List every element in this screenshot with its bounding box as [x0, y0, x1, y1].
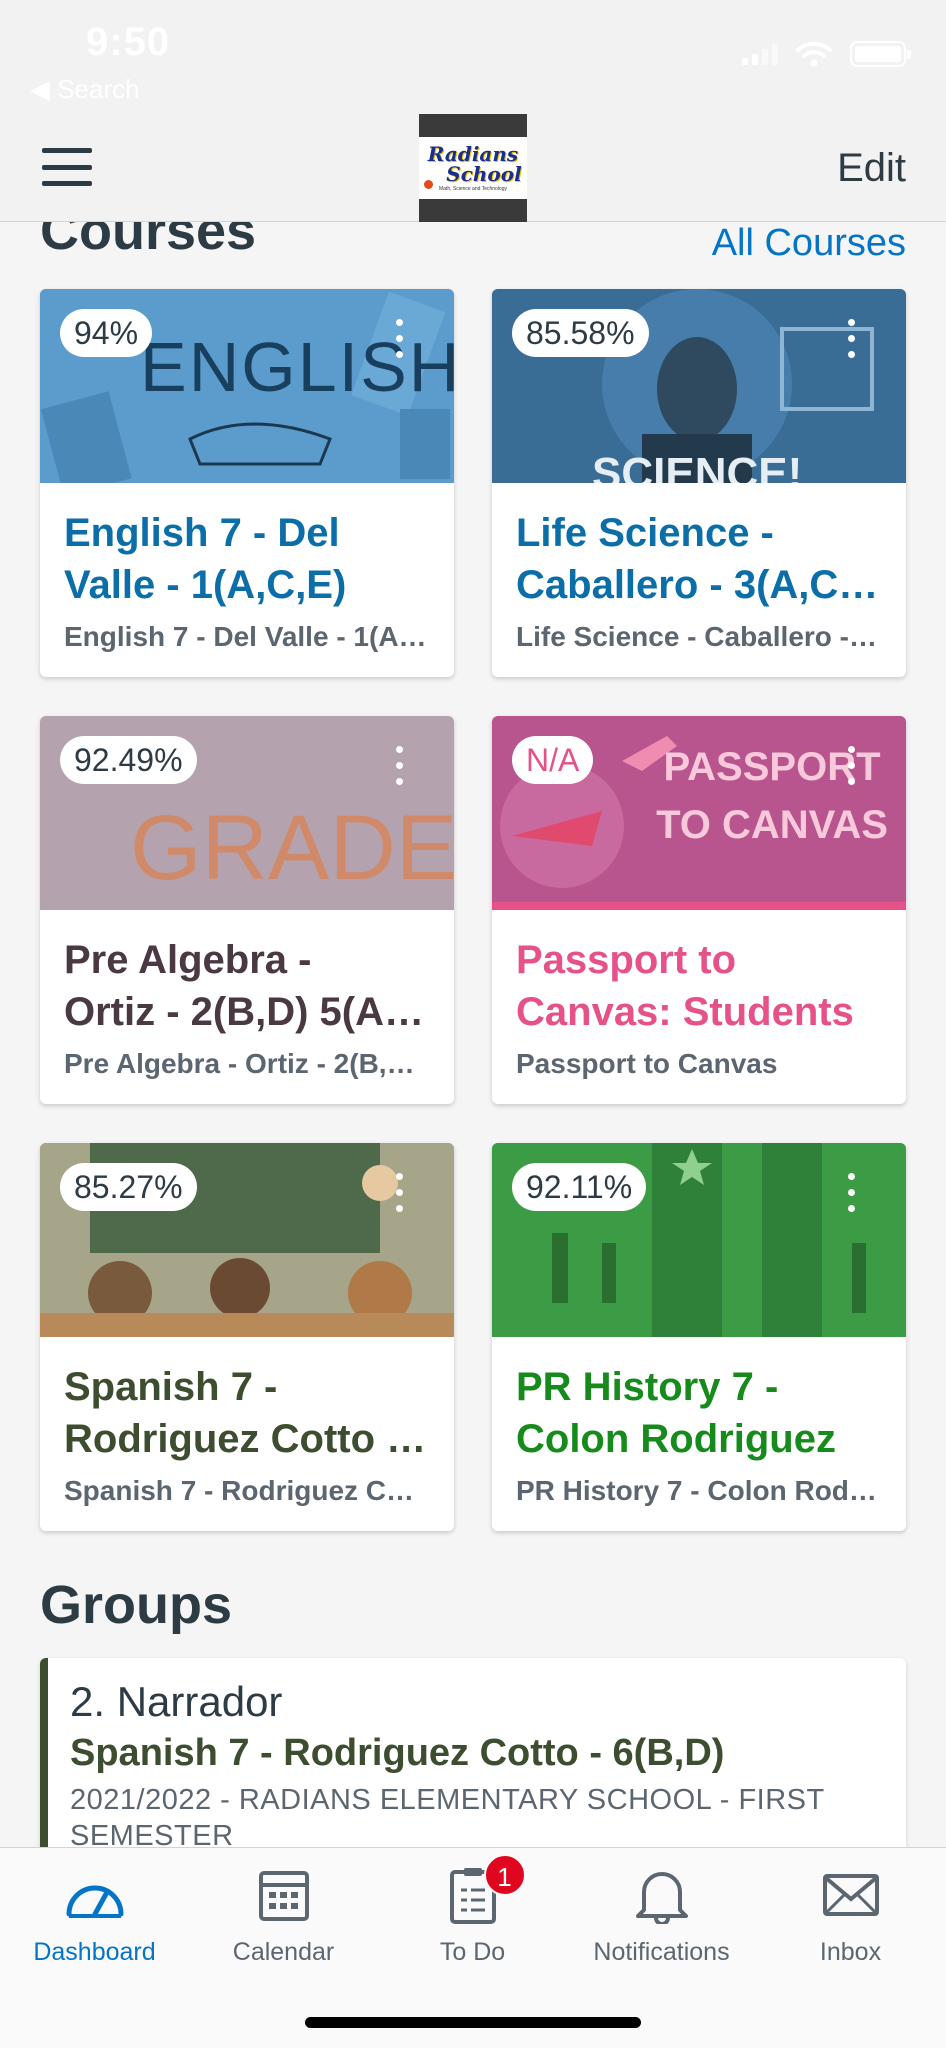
course-grade-badge: 85.58% [512, 309, 649, 357]
tab-dashboard[interactable]: Dashboard [0, 1848, 189, 1978]
all-courses-link[interactable]: All Courses [712, 222, 906, 265]
course-title[interactable]: English 7 - Del Valle - 1(A,C,E) [64, 507, 434, 611]
battery-icon [850, 41, 911, 67]
course-image: 85.27% [40, 1143, 454, 1337]
tab-calendar-label: Calendar [232, 1938, 335, 1966]
course-code: Life Science - Caballero - 3(A,C,E) [516, 621, 882, 652]
course-image: PASSPORT TO CANVAS N/A [492, 716, 906, 910]
tab-todo-label: To Do [439, 1938, 506, 1966]
navigation-bar: Radians School Math, Science and Technol… [0, 112, 946, 222]
course-title[interactable]: Life Science - Caballero - 3(A,C,E) [516, 507, 886, 611]
bell-icon [631, 1864, 693, 1926]
edit-button[interactable]: Edit [837, 146, 906, 191]
course-code: Passport to Canvas [516, 1048, 778, 1079]
course-code: PR History 7 - Colon Rodriguez [516, 1475, 882, 1506]
course-card-spanish[interactable]: 85.27% Spanish 7 - Rodriguez Cotto - 6(B… [40, 1143, 454, 1531]
status-icons [742, 40, 911, 68]
calendar-icon [253, 1864, 315, 1926]
course-title-line2: Valle - 1(A,C,E) [64, 563, 347, 607]
envelope-icon [820, 1864, 882, 1926]
course-image-text: SCIENCE! [592, 449, 803, 483]
tab-calendar[interactable]: Calendar [189, 1848, 378, 1978]
logo-text-school: School [446, 162, 522, 186]
logo-text-radians: Radians [427, 142, 519, 166]
course-image: SCIENCE! 85.58% [492, 289, 906, 483]
course-title-line2: Canvas: Students [516, 990, 854, 1034]
course-image-text: GRADE [130, 797, 454, 899]
course-grade-badge: 94% [60, 309, 153, 357]
home-indicator[interactable] [305, 2017, 641, 2028]
status-bar: 9:50 ◀ Search [0, 0, 946, 112]
course-title-line2: Colon Rodriguez [516, 1417, 836, 1461]
tab-todo[interactable]: 1 To Do [378, 1848, 567, 1978]
course-title-line1: Life Science - [516, 511, 774, 555]
course-title[interactable]: PR History 7 - Colon Rodriguez [516, 1361, 886, 1465]
groups-heading: Groups [40, 1575, 233, 1635]
logo-tagline: Math, Science and Technology [438, 186, 507, 192]
course-grade-badge: N/A [512, 736, 594, 784]
group-card[interactable]: 2. Narrador Spanish 7 - Rodriguez Cotto … [40, 1658, 906, 1847]
course-title-line2: Rodriguez Cotto - 6(B,D) [64, 1417, 434, 1461]
course-card-pre-algebra[interactable]: GRADE 92.49% Pre Algebra - Ortiz - 2(B,D… [40, 716, 454, 1104]
course-card-english[interactable]: ENGLISH 94% English 7 - Del Valle - 1(A,… [40, 289, 454, 677]
dashboard-icon [64, 1864, 126, 1926]
course-title[interactable]: Spanish 7 - Rodriguez Cotto - 6(B,D) [64, 1361, 434, 1465]
dashboard-content[interactable]: Courses All Courses ENGLISH 94% English … [0, 222, 946, 1847]
course-code: Pre Algebra - Ortiz - 2(B,D) 5(A,C) [64, 1048, 430, 1079]
course-options-icon[interactable] [396, 746, 404, 785]
tab-notifications-label: Notifications [593, 1938, 730, 1966]
tab-dashboard-label: Dashboard [33, 1938, 156, 1966]
course-options-icon[interactable] [848, 319, 856, 358]
course-title-line1: Pre Algebra - [64, 938, 312, 982]
group-term: 2021/2022 - RADIANS ELEMENTARY SCHOOL - … [70, 1784, 825, 1847]
course-options-icon[interactable] [396, 1173, 404, 1212]
tab-inbox-label: Inbox [819, 1938, 882, 1966]
group-name: 2. Narrador [70, 1678, 283, 1725]
wifi-icon [796, 41, 832, 67]
courses-heading: Courses [40, 222, 257, 261]
course-options-icon[interactable] [396, 319, 404, 358]
todo-count-badge: 1 [483, 1854, 526, 1896]
course-card-pr-history[interactable]: 92.11% PR History 7 - Colon Rodriguez PR… [492, 1143, 906, 1531]
todo-icon: 1 [442, 1854, 526, 1926]
course-grade-badge: 85.27% [60, 1163, 197, 1211]
course-card-passport-to-canvas[interactable]: PASSPORT TO CANVAS N/A Passport to Canva… [492, 716, 906, 1104]
course-code: English 7 - Del Valle - 1(A,C,E) [64, 621, 430, 652]
group-course: Spanish 7 - Rodriguez Cotto - 6(B,D) [70, 1732, 725, 1774]
course-title-line1: English 7 - Del [64, 511, 340, 555]
course-image: ENGLISH 94% [40, 289, 454, 483]
course-options-icon[interactable] [848, 746, 856, 785]
menu-icon[interactable] [42, 148, 92, 186]
course-image: 92.11% [492, 1143, 906, 1337]
course-title-line2: Caballero - 3(A,C,E) [516, 563, 886, 607]
status-time: 9:50 [86, 20, 171, 64]
course-image-text: PASSPORT TO CANVAS [656, 745, 888, 847]
course-title-line1: PR History 7 - [516, 1365, 779, 1409]
school-logo: Radians School Math, Science and Technol… [419, 114, 527, 222]
course-options-icon[interactable] [848, 1173, 856, 1212]
tab-notifications[interactable]: Notifications [567, 1848, 756, 1978]
course-title-line1: Spanish 7 - [64, 1365, 278, 1409]
course-image-text: ENGLISH [140, 328, 454, 406]
tab-inbox[interactable]: Inbox [756, 1848, 945, 1978]
course-title-line1: Passport to [516, 938, 737, 982]
course-card-life-science[interactable]: SCIENCE! 85.58% Life Science - Caballero… [492, 289, 906, 677]
course-image: GRADE 92.49% [40, 716, 454, 910]
cellular-signal-icon [742, 43, 778, 65]
course-title[interactable]: Pre Algebra - Ortiz - 2(B,D) 5(A,C) [64, 934, 434, 1038]
course-title[interactable]: Passport to Canvas: Students [516, 934, 886, 1038]
course-grade-badge: 92.11% [512, 1163, 647, 1211]
back-to-search-link[interactable]: ◀ Search [30, 74, 140, 105]
course-grade-badge: 92.49% [60, 736, 197, 784]
course-title-line2: Ortiz - 2(B,D) 5(A,C) [64, 990, 434, 1034]
course-code: Spanish 7 - Rodriguez Cotto - 6(B,D) [64, 1475, 430, 1506]
